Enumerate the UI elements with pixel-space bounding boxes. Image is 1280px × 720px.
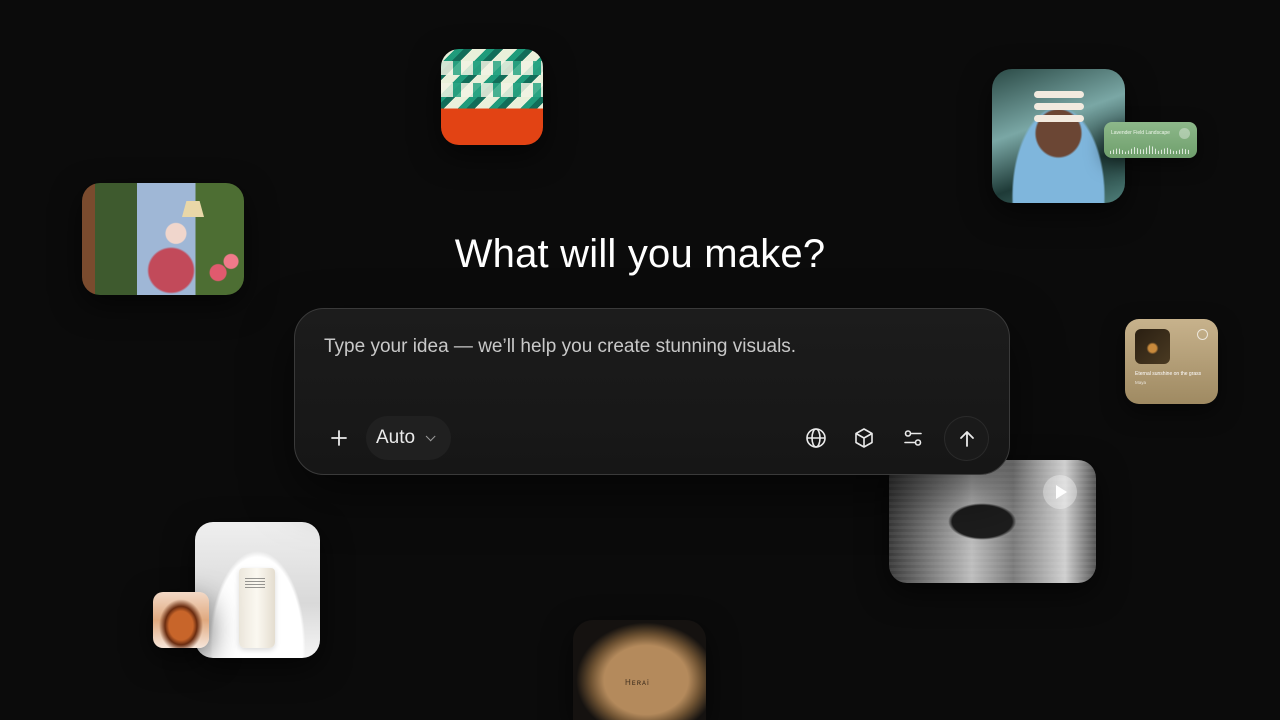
sample-keycaps-image (441, 49, 543, 145)
audio-title: Lavender Field Landscape (1111, 130, 1170, 136)
keycap-row (441, 61, 543, 75)
sliders-icon (904, 430, 922, 446)
play-icon (1043, 475, 1077, 509)
globe-icon (1197, 329, 1208, 340)
page-title: What will you make? (454, 232, 826, 276)
sample-cream-product-image (195, 522, 320, 658)
glasses-shape (1034, 115, 1084, 122)
submit-button[interactable] (945, 417, 988, 460)
album-cover (1135, 329, 1170, 364)
prompt-input[interactable] (324, 336, 964, 358)
settings-button[interactable] (899, 424, 927, 452)
chevron-down-icon (425, 430, 436, 441)
web-search-button[interactable] (802, 424, 830, 452)
song-artist: Maya (1135, 380, 1147, 385)
sample-cyclist-video (889, 460, 1096, 583)
glasses-shape (1034, 91, 1084, 98)
waveform (1110, 145, 1191, 154)
lamp-shape (182, 201, 204, 217)
glasses-shape (1034, 103, 1084, 110)
model-select[interactable]: Auto (366, 416, 451, 460)
product-brand-mark: Hᴇʀᴀi (625, 678, 650, 687)
model-select-label: Auto (376, 427, 416, 448)
cube-icon (855, 428, 873, 448)
arrow-up-icon (959, 430, 974, 447)
3d-mode-button[interactable] (850, 424, 878, 452)
audio-preview-card: Lavender Field Landscape (1104, 122, 1197, 158)
music-player-card: Eternal sunshine on the grass Maya (1125, 319, 1218, 404)
sample-serum-bottle-image (153, 592, 209, 648)
play-icon (1179, 128, 1190, 139)
add-attachment-button[interactable] (325, 424, 353, 452)
sample-headphones-image: Hᴇʀᴀi (573, 620, 706, 720)
plus-icon (331, 430, 347, 446)
keycap-row (441, 83, 543, 97)
globe-icon (806, 428, 826, 448)
song-title: Eternal sunshine on the grass (1135, 371, 1202, 377)
prompt-composer: Auto (294, 308, 1010, 475)
cream-tube (239, 568, 275, 648)
